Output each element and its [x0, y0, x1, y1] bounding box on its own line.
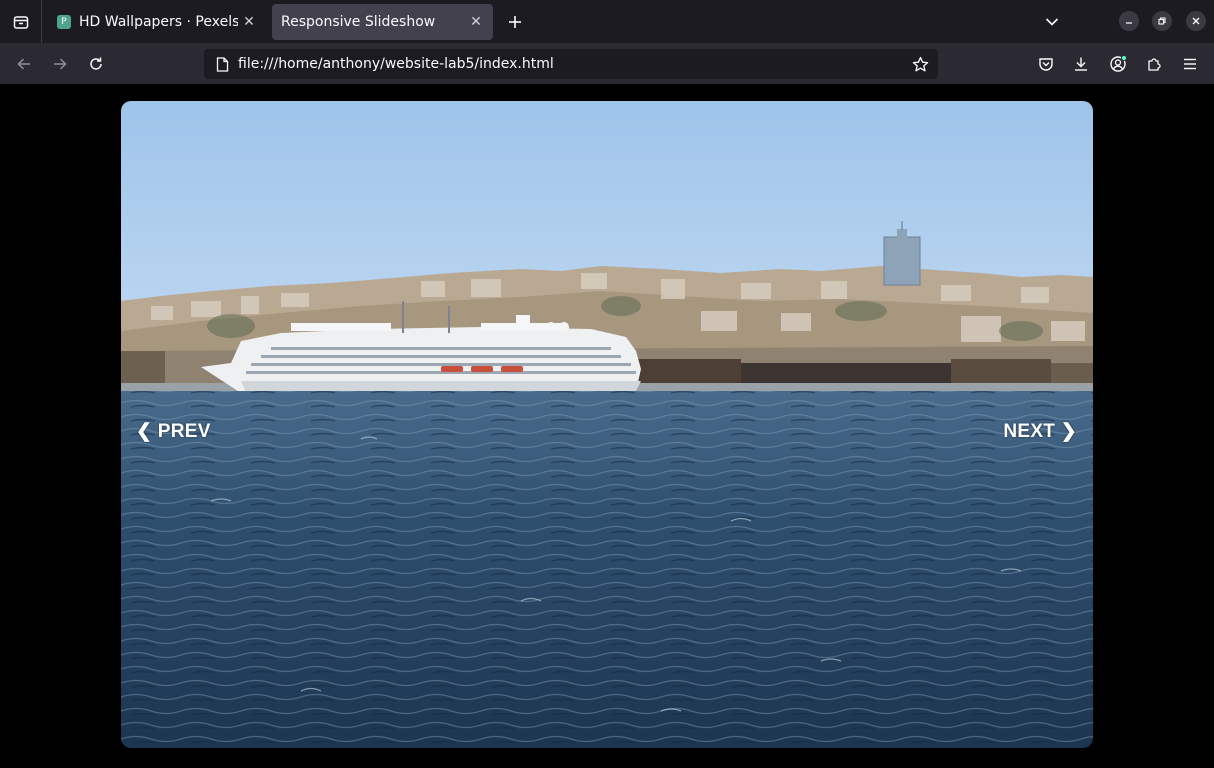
next-button[interactable]: NEXT ❯ — [1003, 420, 1077, 443]
tab-slideshow[interactable]: Responsive Slideshow ✕ — [272, 4, 493, 40]
slideshow-container: ❮ PREV NEXT ❯ — [121, 101, 1093, 748]
tab-strip: P HD Wallpapers · Pexels ✕ Responsive Sl… — [0, 0, 1214, 43]
page-icon — [214, 56, 230, 72]
tab-overview-button[interactable] — [0, 0, 42, 43]
navigation-bar: file:///home/anthony/website-lab5/index.… — [0, 43, 1214, 84]
minimize-button[interactable] — [1119, 11, 1139, 31]
reload-button[interactable] — [83, 51, 109, 77]
tab-title: Responsive Slideshow — [281, 14, 436, 30]
hamburger-menu-icon — [1184, 58, 1196, 70]
tab-pexels[interactable]: P HD Wallpapers · Pexels ✕ — [48, 4, 266, 40]
close-tab-icon[interactable]: ✕ — [238, 11, 260, 33]
chevron-down-icon — [1045, 18, 1059, 26]
new-tab-button[interactable] — [502, 9, 528, 35]
bookmark-star-icon[interactable] — [908, 52, 932, 76]
account-button[interactable] — [1106, 52, 1130, 76]
firefox-view-icon — [13, 15, 28, 29]
extensions-button[interactable] — [1142, 52, 1166, 76]
pocket-icon — [1039, 58, 1053, 71]
back-button[interactable] — [11, 51, 37, 77]
account-icon — [1110, 55, 1127, 72]
address-bar[interactable]: file:///home/anthony/website-lab5/index.… — [204, 49, 938, 79]
url-text[interactable]: file:///home/anthony/website-lab5/index.… — [238, 56, 908, 72]
minimize-icon — [1126, 22, 1132, 24]
page-viewport: ❮ PREV NEXT ❯ — [0, 84, 1214, 768]
close-tab-icon[interactable]: ✕ — [465, 11, 487, 33]
arrow-left-icon — [17, 58, 30, 70]
browser-window: P HD Wallpapers · Pexels ✕ Responsive Sl… — [0, 0, 1214, 768]
close-window-button[interactable] — [1186, 11, 1206, 31]
menu-button[interactable] — [1178, 52, 1202, 76]
plus-icon — [509, 16, 521, 28]
close-icon — [1192, 17, 1200, 25]
prev-button[interactable]: ❮ PREV — [136, 420, 211, 443]
reload-icon — [90, 57, 102, 70]
forward-button[interactable] — [47, 51, 73, 77]
puzzle-icon — [1148, 58, 1161, 71]
pocket-button[interactable] — [1034, 52, 1058, 76]
downloads-button[interactable] — [1069, 52, 1093, 76]
restore-icon — [1158, 17, 1166, 25]
arrow-right-icon — [54, 58, 67, 70]
pexels-favicon-icon: P — [57, 15, 71, 29]
list-all-tabs-button[interactable] — [1040, 10, 1064, 34]
download-icon — [1075, 57, 1087, 71]
restore-button[interactable] — [1152, 11, 1172, 31]
tab-title: HD Wallpapers · Pexels — [79, 14, 238, 30]
slide-image — [121, 101, 1093, 748]
